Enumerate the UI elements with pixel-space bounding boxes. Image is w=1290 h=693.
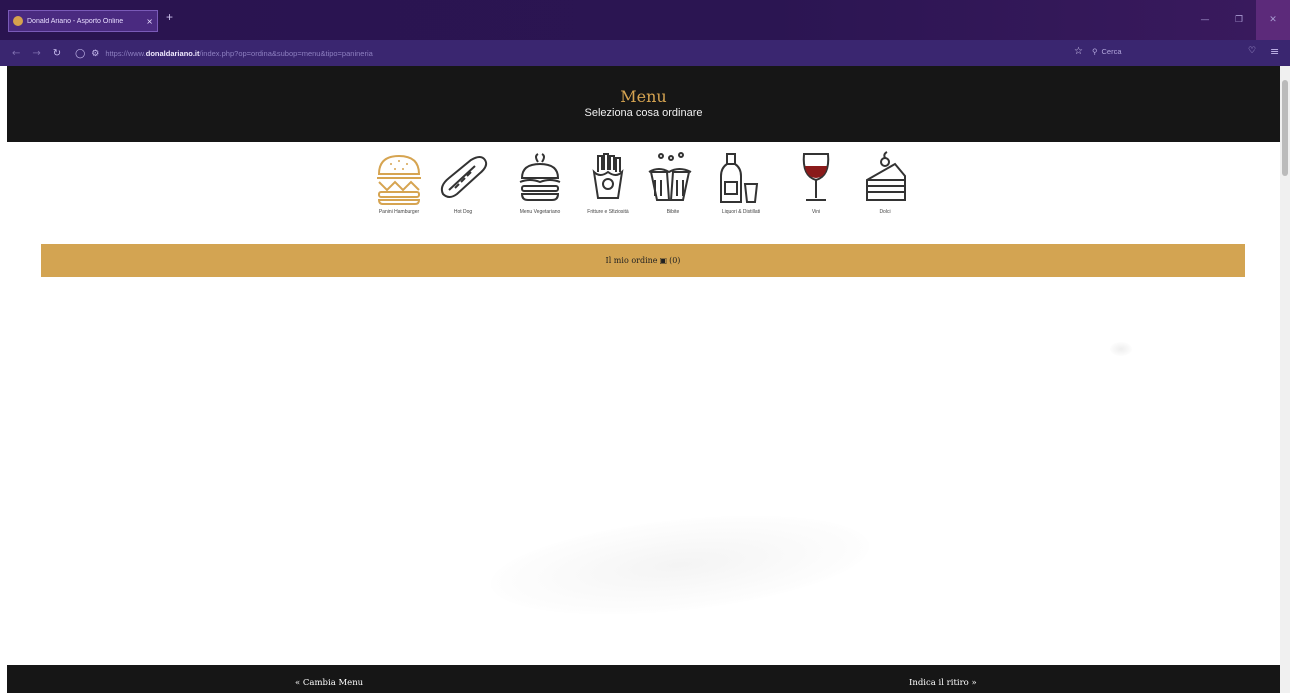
pickup-link[interactable]: Indica il ritiro »	[909, 678, 977, 688]
shield-icon[interactable]: ◯	[75, 48, 85, 59]
category-panini-hamburger[interactable]: Panini Hamburger	[364, 150, 434, 215]
page-header: Menu Seleziona cosa ordinare	[7, 66, 1280, 142]
category-label: Liquori & Distillati	[721, 209, 761, 215]
category-label: Hot Dog	[453, 209, 473, 215]
category-label: Dolci	[879, 209, 891, 215]
category-label: Vini	[811, 209, 821, 215]
close-window-icon[interactable]: ✕	[1256, 0, 1290, 40]
category-liquori[interactable]: Liquori & Distillati	[706, 150, 776, 215]
menu-hamburger-icon[interactable]: ≡	[1270, 45, 1279, 58]
category-bibite[interactable]: Bibite	[638, 150, 708, 215]
change-menu-link[interactable]: « Cambia Menu	[295, 678, 363, 688]
category-dolci[interactable]: Dolci	[850, 150, 920, 215]
category-label: Menu Vegetariano	[519, 209, 561, 215]
tab-close-icon[interactable]: ×	[146, 17, 153, 26]
cart-icon: ▣	[659, 256, 668, 265]
forward-icon[interactable]: →	[32, 48, 40, 59]
site-favicon-icon	[13, 16, 23, 26]
category-label: Fritture e Sfiziosità	[587, 209, 629, 215]
category-label: Bibite	[666, 209, 680, 215]
restore-icon[interactable]: ❐	[1222, 0, 1256, 40]
my-order-bar[interactable]: Il mio ordine ▣ (0)	[41, 244, 1245, 277]
url-domain: donaldariano.it	[145, 48, 200, 58]
lock-icon[interactable]: ⚙	[91, 48, 99, 59]
hotdog-icon	[440, 156, 488, 198]
bookmark-star-icon[interactable]: ☆	[1074, 46, 1083, 57]
category-hot-dog[interactable]: Hot Dog	[428, 150, 498, 215]
category-fritture[interactable]: Fritture e Sfiziosità	[573, 150, 643, 215]
url-path: /index.php?op=ordina&subop=menu&tipo=pan…	[199, 48, 373, 58]
tab-title: Donald Ariano - Asporto Online	[27, 17, 124, 25]
background-smudge	[1110, 342, 1132, 356]
window-controls: — ❐ ✕	[1188, 0, 1290, 40]
address-bar[interactable]: ◯ ⚙ https://www. donaldariano.it/index.ph…	[75, 48, 373, 59]
page-title: Menu	[620, 87, 667, 106]
order-count: (0)	[669, 256, 681, 265]
cake-slice-icon	[866, 151, 906, 201]
page-scrollbar[interactable]	[1280, 66, 1290, 693]
new-tab-button[interactable]: +	[166, 10, 173, 24]
category-menu-vegetariano[interactable]: Menu Vegetariano	[505, 150, 575, 215]
fries-icon	[592, 153, 624, 199]
veggie-burger-icon	[519, 153, 561, 201]
search-icon: ⚲	[1092, 47, 1098, 56]
scrollbar-thumb[interactable]	[1282, 80, 1288, 176]
page-subtitle: Seleziona cosa ordinare	[584, 107, 703, 119]
browser-tab[interactable]: Donald Ariano - Asporto Online ×	[8, 10, 158, 32]
minimize-icon[interactable]: —	[1188, 0, 1222, 40]
bottle-glass-icon	[720, 153, 759, 203]
category-label: Panini Hamburger	[378, 209, 420, 215]
back-icon[interactable]: ←	[12, 48, 20, 59]
my-order-label: Il mio ordine	[605, 256, 658, 265]
search-box[interactable]: ⚲ Cerca	[1092, 47, 1122, 56]
page-footer: « Cambia Menu Indica il ritiro »	[7, 665, 1280, 693]
category-vini[interactable]: Vini	[781, 150, 851, 215]
url-prefix: https://www.	[105, 48, 146, 58]
beer-mugs-icon	[648, 152, 692, 201]
background-smudge	[486, 500, 874, 630]
burger-icon	[377, 154, 421, 205]
search-placeholder: Cerca	[1101, 47, 1122, 56]
browser-tab-bar: Donald Ariano - Asporto Online × + — ❐ ✕	[0, 0, 1290, 40]
pocket-icon[interactable]: ♡	[1248, 46, 1256, 56]
wine-glass-icon	[802, 153, 830, 201]
reload-icon[interactable]: ↻	[53, 48, 61, 59]
